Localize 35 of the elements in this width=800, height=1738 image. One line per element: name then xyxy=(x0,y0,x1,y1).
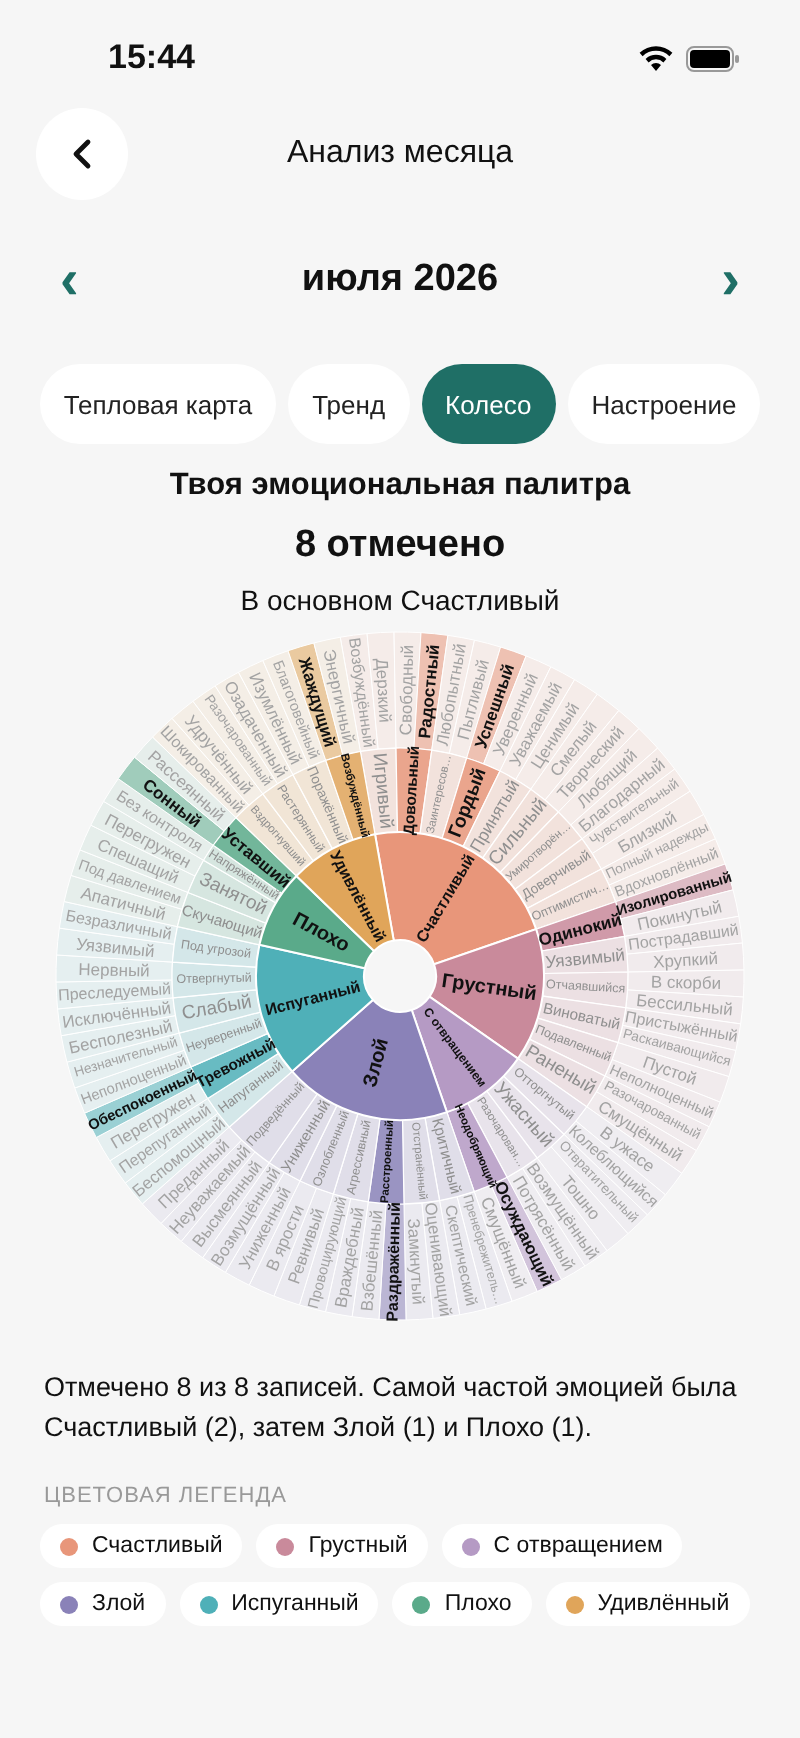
emotion-label: Преследуемый xyxy=(57,980,172,1005)
emotion-label: Нервный xyxy=(78,959,150,981)
legend-label: С отвращением xyxy=(493,1534,663,1558)
back-button[interactable] xyxy=(36,108,128,200)
legend-label: Удивлённый xyxy=(597,1592,730,1616)
emotion-label: Грустный xyxy=(440,971,538,1007)
marked-count: 8 отмечено xyxy=(294,524,506,568)
emotion-label: Слабый xyxy=(180,991,254,1026)
emotion-label: Уязвимый xyxy=(544,944,626,972)
legend-title: ЦВЕТОВАЯ ЛЕГЕНДА xyxy=(44,1484,289,1508)
emotion-label: Раздражённый xyxy=(383,1201,405,1322)
battery-icon xyxy=(686,45,740,71)
emotion-label: Злой xyxy=(360,1036,394,1090)
emotion-label: Игривый xyxy=(367,751,397,830)
month-label: июля 2026 xyxy=(301,258,499,302)
legend-label: Грустный xyxy=(308,1534,408,1558)
tab[interactable]: Тепловая карта xyxy=(39,364,277,444)
emotion-label: Свободный xyxy=(395,644,418,736)
tab[interactable]: Колесо xyxy=(421,364,556,444)
legend-label: Плохо xyxy=(444,1592,512,1616)
tab[interactable]: Тренд xyxy=(288,364,410,444)
summary-text: Отмечено 8 из 8 записей. Самой частой эмоцией была Счастливый (2), затем Злой (1) и Плохо (1). xyxy=(44,1370,739,1446)
palette-title: Твоя эмоциональная палитра xyxy=(169,468,631,504)
legend-label: Злой xyxy=(92,1592,146,1616)
wifi-icon xyxy=(638,45,674,71)
status-time: 15:44 xyxy=(108,38,195,78)
chevron-left-icon xyxy=(72,138,92,170)
previous-month-button[interactable]: ‹ xyxy=(48,252,91,308)
legend-label: Счастливый xyxy=(92,1534,223,1558)
legend-label: Испуганный xyxy=(231,1592,359,1616)
tab[interactable]: Настроение xyxy=(567,364,761,444)
dominant-emotion: В основном Счастливый xyxy=(240,584,560,616)
screen-title: Анализ месяца xyxy=(286,136,514,172)
next-month-button[interactable]: › xyxy=(709,252,752,308)
emotion-label: В скорби xyxy=(650,971,722,993)
